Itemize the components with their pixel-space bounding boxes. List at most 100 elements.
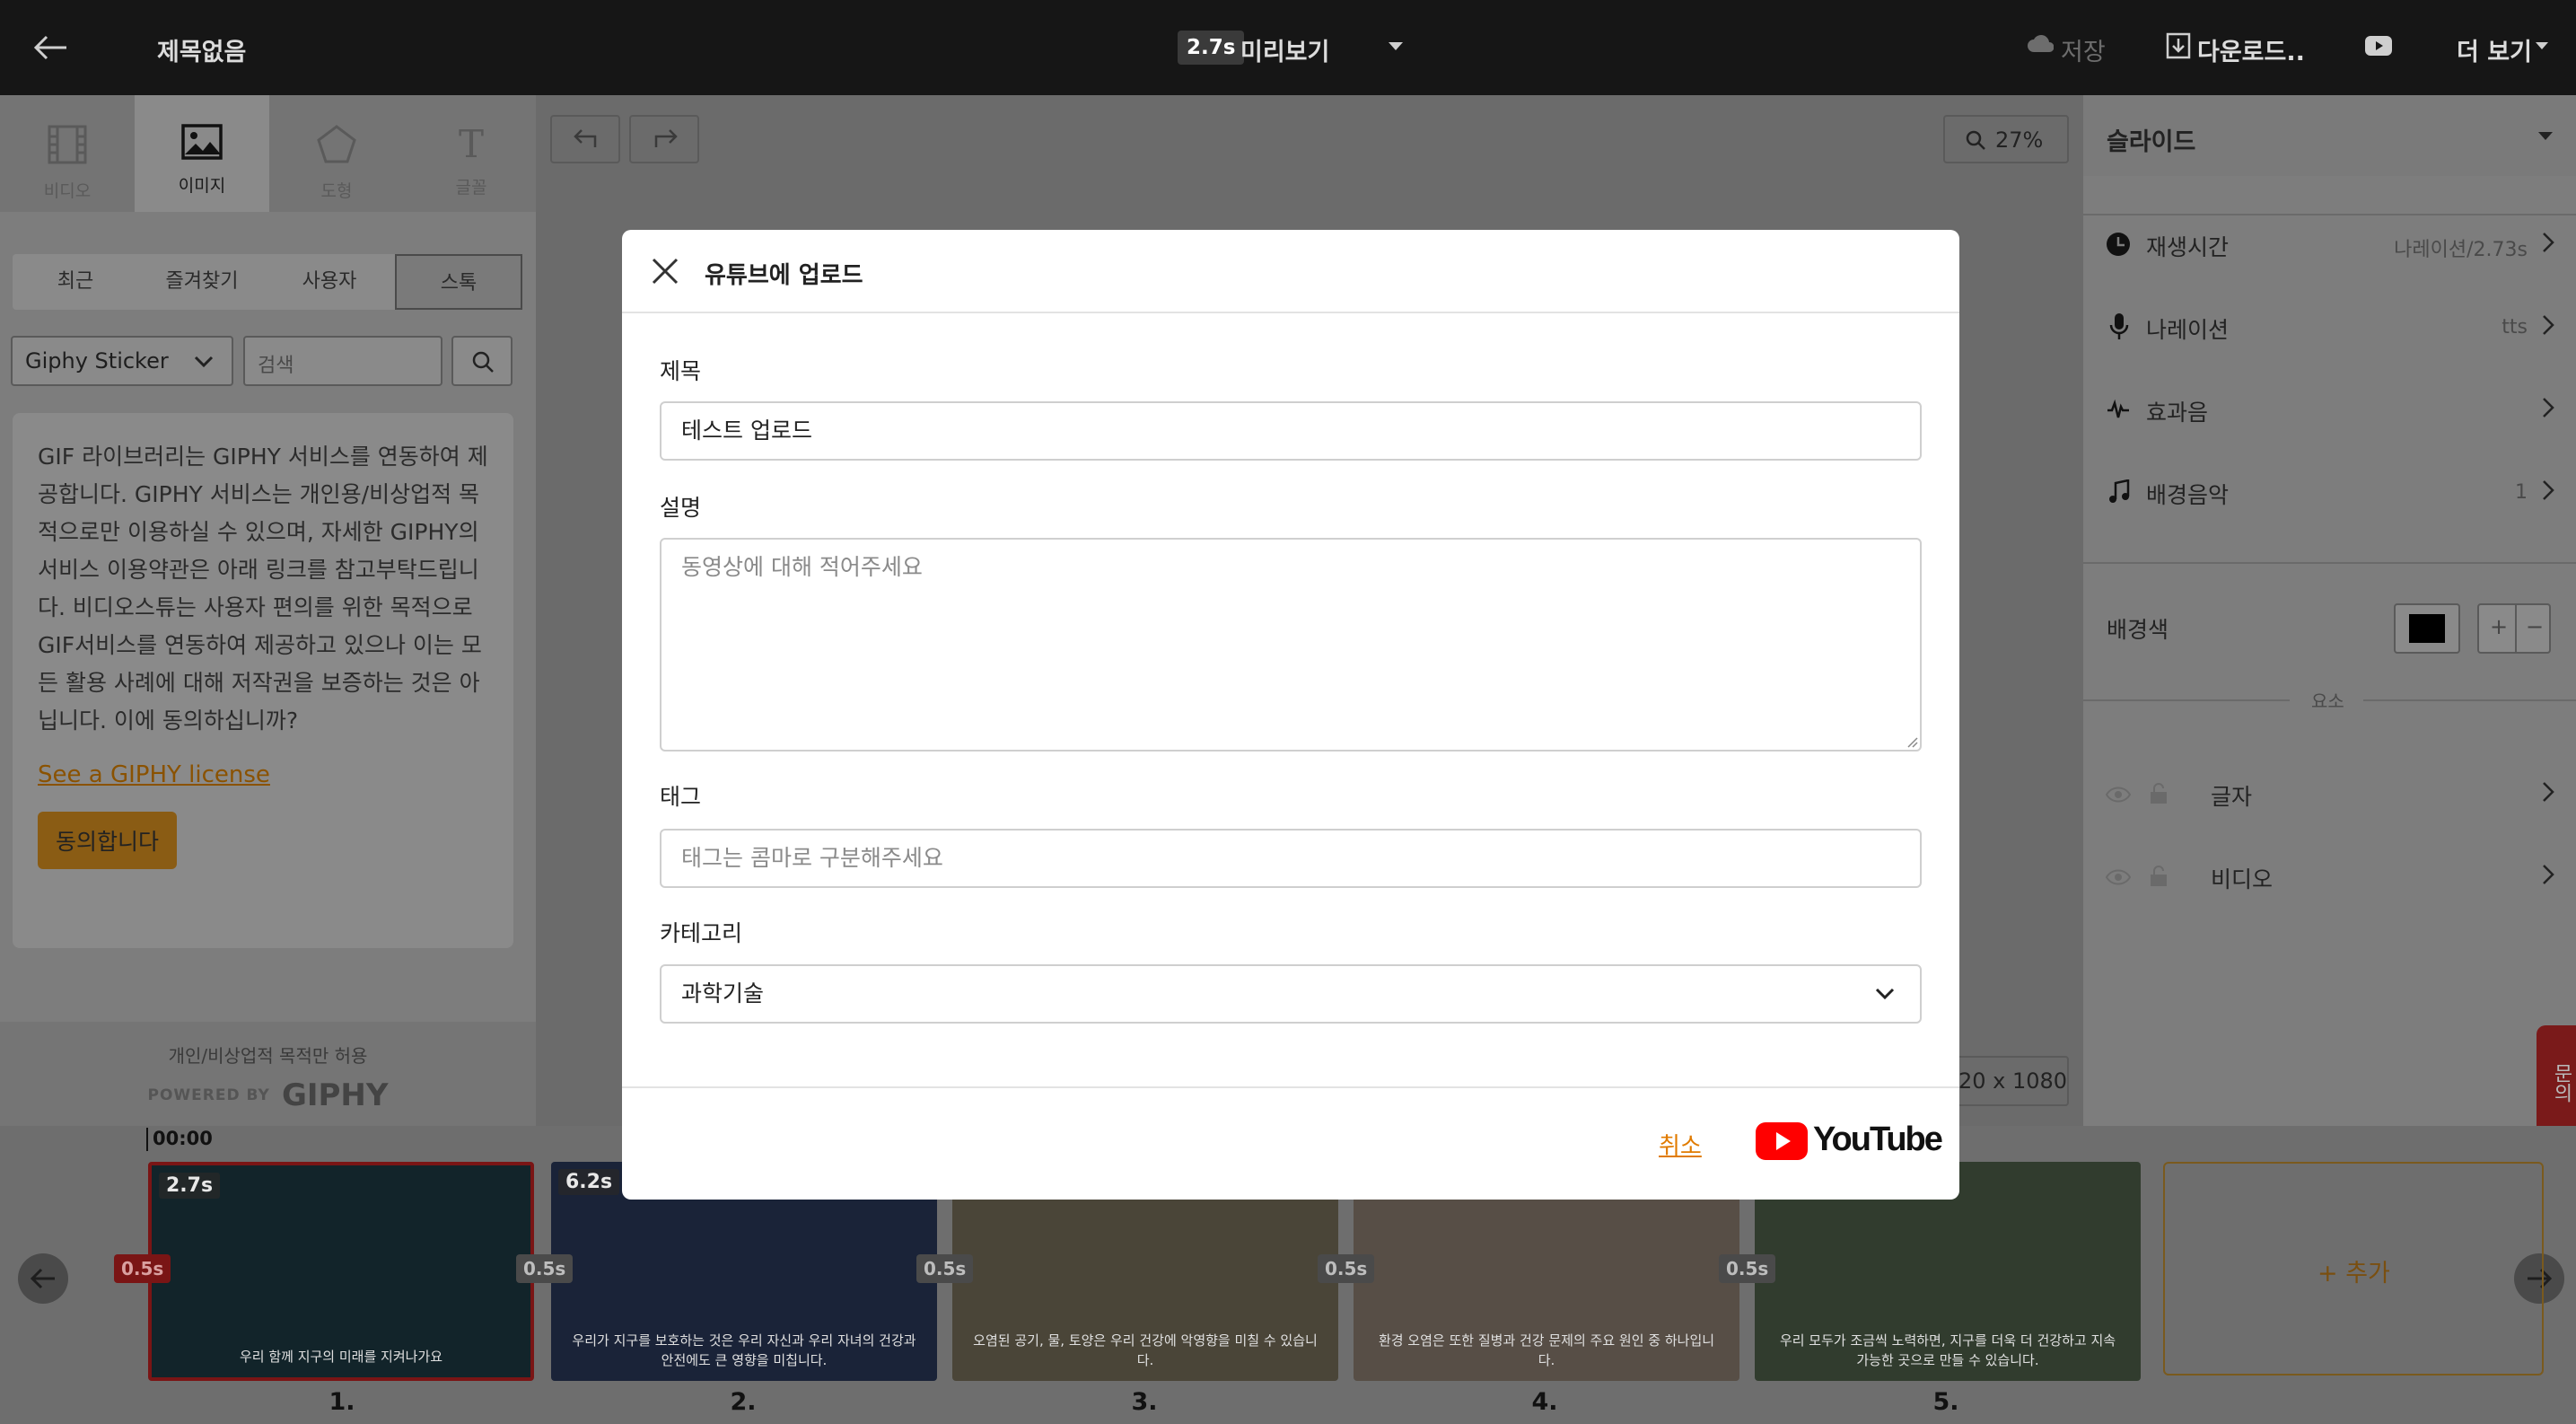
chevron-right-icon: [2542, 397, 2554, 418]
tags-field[interactable]: 태그는 콤마로 구분해주세요: [660, 829, 1922, 888]
search-button[interactable]: [451, 336, 513, 386]
chevron-right-icon: [2542, 314, 2554, 336]
category-select-value: 과학기술: [681, 980, 765, 1006]
youtube-logo-icon: [1756, 1122, 1808, 1160]
transition-badge[interactable]: 0.5s: [114, 1254, 171, 1283]
chevron-right-icon: [2542, 479, 2554, 501]
bg-color-stepper[interactable]: + −: [2477, 603, 2551, 654]
search-input[interactable]: 검색: [243, 336, 442, 386]
youtube-icon[interactable]: [2365, 36, 2392, 56]
chevron-down-icon[interactable]: [1388, 41, 1404, 52]
tool-label: 글꼴: [455, 178, 487, 198]
youtube-upload-dialog: 유튜브에 업로드 제목 테스트 업로드 설명 동영상에 대해 적어주세요 태그 …: [622, 230, 1959, 1200]
zoom-control[interactable]: 27%: [1943, 115, 2069, 163]
download-button[interactable]: 다운로드..: [2197, 32, 2305, 67]
description-placeholder: 동영상에 대해 적어주세요: [681, 554, 923, 580]
undo-button[interactable]: [550, 115, 620, 163]
tool-image[interactable]: 이미지: [135, 95, 269, 212]
title-field-label: 제목: [660, 358, 702, 384]
giphy-logo: POWERED BY GIPHY: [147, 1077, 389, 1113]
transition-badge[interactable]: 0.5s: [1719, 1254, 1776, 1283]
right-panel-header: 슬라이드: [2083, 95, 2576, 176]
row-background-music[interactable]: 배경음악 1: [2106, 476, 2554, 512]
tool-font[interactable]: T 글꼴: [404, 124, 539, 198]
plus-icon[interactable]: +: [2490, 614, 2508, 639]
subtab-stock[interactable]: 스톡: [395, 254, 522, 310]
close-icon[interactable]: [651, 257, 679, 286]
transition-badge[interactable]: 0.5s: [1318, 1254, 1375, 1283]
transition-badge[interactable]: 0.5s: [916, 1254, 974, 1283]
chevron-down-icon[interactable]: [2537, 131, 2554, 142]
pentagon-icon: [316, 124, 357, 165]
microphone-icon: [2109, 312, 2129, 341]
more-menu-button[interactable]: 더 보기: [2457, 32, 2532, 67]
film-icon: [47, 124, 88, 165]
cloud-upload-icon: [2027, 32, 2054, 56]
row-duration[interactable]: 재생시간 나레이션/2.73s: [2106, 228, 2554, 264]
eye-icon[interactable]: [2106, 787, 2131, 803]
tool-shape[interactable]: 도형: [269, 124, 404, 202]
save-button[interactable]: 저장: [2061, 32, 2106, 67]
youtube-upload-button[interactable]: YouTube: [1756, 1121, 1943, 1164]
preview-button[interactable]: 미리보기: [1240, 32, 1329, 67]
minus-icon[interactable]: −: [2526, 614, 2544, 639]
tool-label: 도형: [320, 181, 353, 201]
zoom-level: 27%: [1995, 127, 2044, 153]
subtab-favorites[interactable]: 즐겨찾기: [138, 254, 266, 310]
tags-field-label: 태그: [660, 784, 702, 810]
redo-icon: [651, 127, 679, 151]
back-arrow-icon[interactable]: [32, 34, 68, 61]
zoom-icon: [1965, 129, 1986, 151]
row-sound-effect[interactable]: 효과음: [2106, 393, 2554, 429]
chevron-down-icon[interactable]: [2535, 41, 2549, 51]
arrow-left-icon: [30, 1267, 57, 1290]
transition-badge[interactable]: 0.5s: [516, 1254, 574, 1283]
dialog-title: 유튜브에 업로드: [705, 262, 863, 289]
tool-video[interactable]: 비디오: [0, 124, 135, 202]
tool-label: 이미지: [178, 176, 226, 196]
eye-icon[interactable]: [2106, 869, 2131, 885]
tool-label: 비디오: [43, 181, 92, 201]
cancel-button[interactable]: 취소: [1659, 1128, 1702, 1161]
resize-handle-icon[interactable]: [1906, 735, 1918, 748]
scroll-left-button[interactable]: [18, 1253, 68, 1304]
dialog-header: 유튜브에 업로드: [622, 230, 1959, 313]
timeline-clip-1[interactable]: 2.7s 우리 함께 지구의 미래를 지켜나가요: [148, 1162, 534, 1381]
add-clip-button[interactable]: + 추가: [2163, 1162, 2544, 1376]
elements-label: 요소: [2311, 690, 2344, 712]
category-select[interactable]: 과학기술: [660, 964, 1922, 1024]
description-field-label: 설명: [660, 495, 702, 521]
chevron-right-icon: [2542, 232, 2554, 253]
element-row-text[interactable]: 글자: [2106, 778, 2554, 813]
playhead-time: 00:00: [153, 1128, 213, 1149]
row-narration[interactable]: 나레이션 tts: [2106, 311, 2554, 347]
image-icon: [181, 124, 223, 160]
project-title[interactable]: 제목없음: [157, 32, 246, 67]
description-field[interactable]: 동영상에 대해 적어주세요: [660, 538, 1922, 752]
lock-icon[interactable]: [2149, 783, 2169, 804]
lock-icon[interactable]: [2149, 866, 2169, 887]
music-note-icon: [2107, 479, 2131, 505]
chevron-right-icon: [2542, 864, 2554, 885]
chevron-right-icon: [2542, 781, 2554, 803]
giphy-footer: 개인/비상업적 목적만 허용 POWERED BY GIPHY: [0, 1022, 536, 1126]
slide-section-title: 슬라이드: [2107, 128, 2196, 156]
chevron-down-icon: [194, 356, 214, 368]
bg-color-swatch[interactable]: [2394, 603, 2460, 654]
title-field[interactable]: 테스트 업로드: [660, 401, 1922, 461]
add-clip-label: + 추가: [2318, 1260, 2390, 1288]
bg-color-label: 배경색: [2107, 617, 2169, 643]
clock-icon: [2106, 232, 2131, 257]
tags-placeholder: 태그는 콤마로 구분해주세요: [681, 845, 943, 871]
chevron-down-icon: [1875, 988, 1895, 1000]
element-row-video[interactable]: 비디오: [2106, 860, 2554, 896]
agree-button[interactable]: 동의합니다: [38, 812, 178, 869]
giphy-license-link[interactable]: See a GIPHY license: [38, 761, 488, 788]
redo-button[interactable]: [629, 115, 699, 163]
playhead[interactable]: [146, 1128, 148, 1151]
source-select[interactable]: Giphy Sticker: [11, 336, 233, 386]
subtab-user[interactable]: 사용자: [266, 254, 393, 310]
subtab-recent[interactable]: 최근: [13, 254, 138, 310]
undo-icon: [572, 127, 600, 151]
resolution-value: 20 x 1080: [1958, 1068, 2068, 1094]
